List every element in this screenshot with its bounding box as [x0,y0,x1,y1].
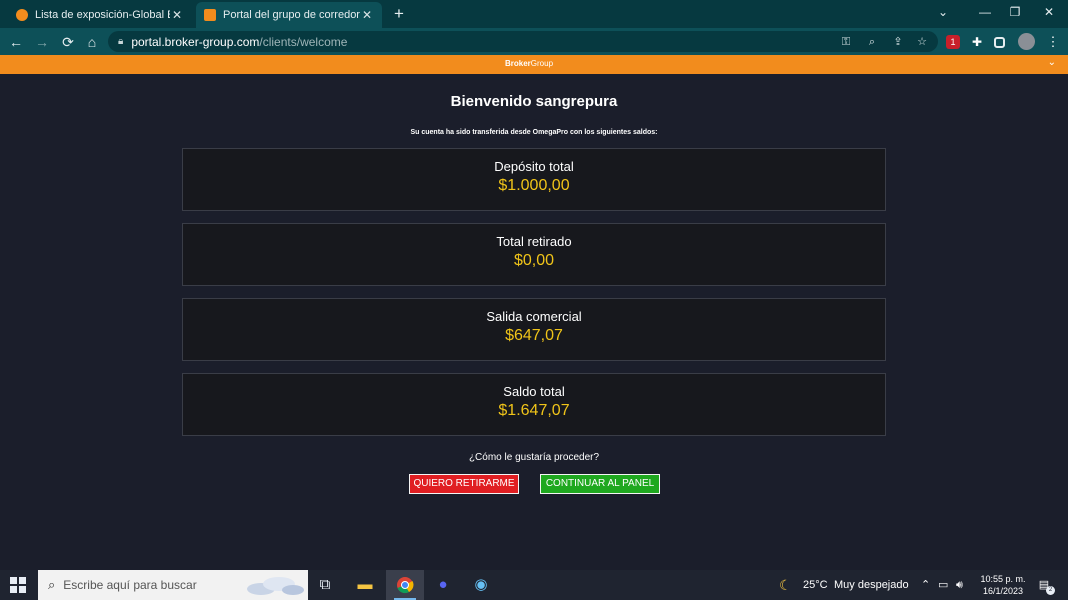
restore-window-button[interactable]: ❐ [1000,3,1030,21]
key-icon[interactable]: ⚿ [838,34,854,50]
clock-time: 10:55 p. m. [980,574,1026,584]
page-title: Bienvenido sangrepura [450,93,618,110]
profile-avatar[interactable] [1018,33,1035,50]
total-balance-card: Saldo total $1.647,07 [182,373,886,436]
welcome-page: Bienvenido sangrepura Su cuenta ha sido … [0,74,1068,570]
reload-icon[interactable]: ⟳ [58,32,78,52]
transfer-notice: Su cuenta ha sido transferida desde Omeg… [410,129,658,136]
address-bar[interactable]: 🔒︎ portal.broker-group.com/clients/welco… [108,31,938,52]
windows-start-icon[interactable] [10,577,26,593]
ublock-extension-icon[interactable]: 1 [946,35,960,49]
lock-icon: 🔒︎ [118,36,124,47]
close-tab-icon[interactable]: ✕ [170,8,184,22]
card-label: Total retirado [496,234,572,249]
total-withdrawn-card: Total retirado $0,00 [182,223,886,286]
tab-label: Portal del grupo de corredores [223,9,360,21]
weather-description[interactable]: Muy despejado [834,570,909,600]
total-deposit-card: Depósito total $1.000,00 [182,148,886,211]
extension-badge: 1 [950,37,956,47]
chrome-icon[interactable] [386,570,424,600]
zoom-icon[interactable]: ⌕ [864,34,880,50]
search-highlight-clouds-icon [247,577,304,595]
card-label: Depósito total [494,159,574,174]
url-host: portal.broker-group.com [131,34,260,49]
browser-toolbar: ← → ⟳ ⌂ 🔒︎ portal.broker-group.com/clien… [0,28,1068,55]
notification-count-badge: 2 [1046,586,1055,595]
search-placeholder: Escribe aquí para buscar [63,578,197,592]
tab-global-expos[interactable]: Lista de exposición-Global Expos ✕ [8,2,192,28]
taskbar-clock[interactable]: 10:55 p. m. 16/1/2023 [978,573,1028,597]
url-path: /clients/welcome [259,34,348,49]
close-tab-icon[interactable]: ✕ [360,8,374,22]
file-explorer-icon[interactable]: ▬ [346,570,384,600]
side-panel-icon[interactable] [994,37,1005,48]
browser-menu-icon[interactable]: ⋮ [1046,35,1060,49]
weather-temperature[interactable]: 25°C [803,570,828,600]
home-icon[interactable]: ⌂ [82,32,102,52]
bookmark-star-icon[interactable]: ☆ [914,34,930,50]
minimize-window-button[interactable]: — [970,3,1000,21]
tab-search-icon[interactable]: ⌄ [928,3,958,21]
close-window-button[interactable]: ✕ [1034,3,1064,21]
brand-banner: BrokerGroup ⌄ [0,55,1068,74]
tab-broker-portal[interactable]: Portal del grupo de corredores ✕ [196,2,382,28]
broker-group-logo[interactable]: BrokerGroup [505,59,553,68]
discord-icon[interactable]: ● [424,570,462,600]
share-icon[interactable]: ⇪ [890,34,906,50]
new-tab-button[interactable]: + [390,4,408,24]
card-label: Salida comercial [486,309,582,324]
broker-group-favicon-icon [204,9,216,21]
card-value: $0,00 [513,252,555,269]
trading-output-card: Salida comercial $647,07 [182,298,886,361]
search-icon: ⌕ [48,577,56,592]
continue-to-panel-button[interactable]: CONTINUAR AL PANEL [540,474,660,494]
card-label: Saldo total [503,384,565,399]
windows-taskbar: ⌕ Escribe aquí para buscar ⧉ ▬ ● ◉ ☾ 25°… [0,570,1068,600]
global-expos-favicon-icon [16,9,28,21]
weather-moon-icon[interactable]: ☾ [779,570,792,600]
show-hidden-icons-icon[interactable]: ⌃ [921,570,930,600]
proceed-question: ¿Cómo le gustaría proceder? [468,452,600,463]
network-icon[interactable]: ▭ [938,570,948,600]
withdraw-button[interactable]: QUIERO RETIRARME [409,474,519,494]
volume-icon[interactable]: 🔊︎ [956,570,963,600]
clock-date: 16/1/2023 [982,586,1024,596]
task-view-icon[interactable]: ⧉ [306,570,344,600]
browser-tab-strip: Lista de exposición-Global Expos ✕ Porta… [0,0,1068,28]
chevron-down-icon[interactable]: ⌄ [1048,57,1056,68]
back-arrow-icon[interactable]: ← [6,32,26,52]
steam-icon[interactable]: ◉ [462,570,500,600]
extensions-puzzle-icon[interactable]: ✚ [970,35,984,49]
forward-arrow-icon[interactable]: → [32,32,52,52]
card-value: $1.647,07 [498,402,570,419]
card-value: $647,07 [505,327,563,344]
card-value: $1.000,00 [498,177,570,194]
tab-label: Lista de exposición-Global Expos [35,9,170,21]
